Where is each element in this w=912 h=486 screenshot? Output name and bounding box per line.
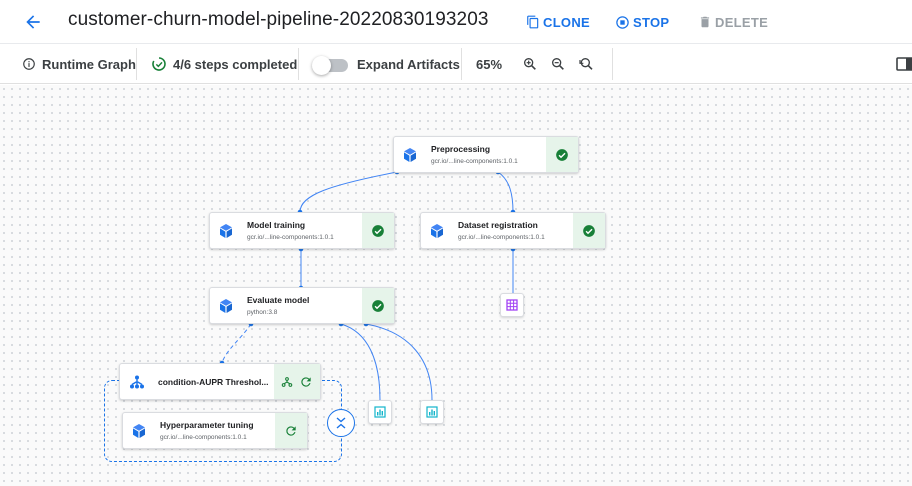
side-panel-button[interactable]: [894, 54, 912, 74]
branch-icon: [281, 376, 292, 387]
artifact-metrics-2[interactable]: [420, 400, 444, 424]
node-subtitle: gcr.io/...line-components:1.0.1: [458, 234, 545, 241]
collapse-group-button[interactable]: [327, 409, 355, 437]
zoom-reset-button[interactable]: [576, 54, 596, 74]
toolbar-divider: [612, 48, 613, 80]
page-title: customer-churn-model-pipeline-2022083019…: [68, 9, 489, 30]
node-status: [274, 364, 320, 399]
clone-label: CLONE: [543, 14, 590, 30]
expand-artifacts-toggle[interactable]: [312, 56, 350, 75]
node-title: Evaluate model: [247, 295, 310, 305]
node-title: condition-AUPR Threshol...: [158, 377, 269, 387]
node-status: [546, 137, 578, 172]
expand-artifacts-label: Expand Artifacts: [357, 56, 460, 72]
stop-label: STOP: [633, 14, 670, 30]
delete-button[interactable]: DELETE: [698, 12, 768, 32]
refresh-icon: [286, 425, 296, 436]
node-title: Model training: [247, 220, 306, 230]
graph-toolbar: Runtime Graph 4/6 steps completed Expand…: [0, 44, 912, 84]
copy-icon: [527, 15, 539, 29]
toolbar-divider: [298, 48, 299, 80]
toolbar-divider: [136, 48, 137, 80]
grid-table-icon: [506, 299, 518, 311]
node-status: [275, 413, 307, 448]
cube-icon: [220, 299, 232, 313]
node-dataset-registration[interactable]: Dataset registration gcr.io/...line-comp…: [420, 212, 606, 249]
back-button[interactable]: [20, 9, 46, 35]
runtime-graph-label: Runtime Graph: [22, 54, 136, 74]
bar-chart-icon: [426, 406, 438, 418]
node-hyperparameter-tuning[interactable]: Hyperparameter tuning gcr.io/...line-com…: [122, 412, 308, 449]
node-status: [362, 213, 394, 248]
side-panel-icon: [896, 57, 912, 71]
node-subtitle: python:3.8: [247, 309, 278, 316]
stop-circle-icon: [616, 15, 629, 29]
cube-icon: [404, 148, 416, 162]
node-evaluate-model[interactable]: Evaluate model python:3.8: [209, 287, 395, 324]
trash-icon: [700, 16, 710, 28]
steps-progress: 4/6 steps completed: [151, 54, 297, 74]
node-preprocessing[interactable]: Preprocessing gcr.io/...line-components:…: [393, 136, 579, 173]
expand-collapse-icon: [336, 417, 346, 429]
delete-label: DELETE: [715, 14, 769, 30]
refresh-icon: [301, 376, 311, 387]
node-condition[interactable]: condition-AUPR Threshol...: [119, 363, 321, 400]
toolbar-divider: [461, 48, 462, 80]
zoom-out-button[interactable]: [548, 54, 568, 74]
branch-icon: [130, 375, 144, 389]
info-icon: [23, 58, 35, 70]
zoom-out-icon: [552, 58, 564, 70]
steps-completed-text: 4/6 steps completed: [173, 56, 298, 72]
node-title: Hyperparameter tuning: [160, 420, 254, 430]
zoom-in-button[interactable]: [520, 54, 540, 74]
check-circle-icon: [556, 148, 568, 161]
zoom-reset-icon: [579, 58, 593, 70]
zoom-in-icon: [524, 58, 536, 70]
node-title: Dataset registration: [458, 220, 538, 230]
clone-button[interactable]: CLONE: [526, 12, 590, 32]
progress-check-icon: [152, 57, 166, 71]
node-status: [573, 213, 605, 248]
cube-icon: [133, 424, 145, 438]
node-model-training[interactable]: Model training gcr.io/...line-components…: [209, 212, 395, 249]
check-circle-icon: [372, 299, 384, 312]
toggle-knob: [312, 56, 331, 75]
node-subtitle: gcr.io/...line-components:1.0.1: [160, 434, 247, 441]
page-header: customer-churn-model-pipeline-2022083019…: [0, 0, 912, 44]
arrow-back-icon: [26, 15, 40, 29]
runtime-graph-text: Runtime Graph: [42, 56, 136, 72]
check-circle-icon: [583, 224, 595, 237]
pipeline-run-page: customer-churn-model-pipeline-2022083019…: [0, 0, 912, 486]
node-subtitle: gcr.io/...line-components:1.0.1: [247, 234, 334, 241]
artifact-metrics-1[interactable]: [368, 400, 392, 424]
bar-chart-icon: [374, 406, 386, 418]
check-circle-icon: [372, 224, 384, 237]
cube-icon: [220, 224, 232, 238]
node-subtitle: gcr.io/...line-components:1.0.1: [431, 158, 518, 165]
artifact-dataset[interactable]: [500, 293, 524, 317]
stop-button[interactable]: STOP: [615, 12, 669, 32]
node-status: [362, 288, 394, 323]
zoom-level: 65%: [476, 56, 503, 72]
cube-icon: [431, 224, 443, 238]
node-title: Preprocessing: [431, 144, 491, 154]
